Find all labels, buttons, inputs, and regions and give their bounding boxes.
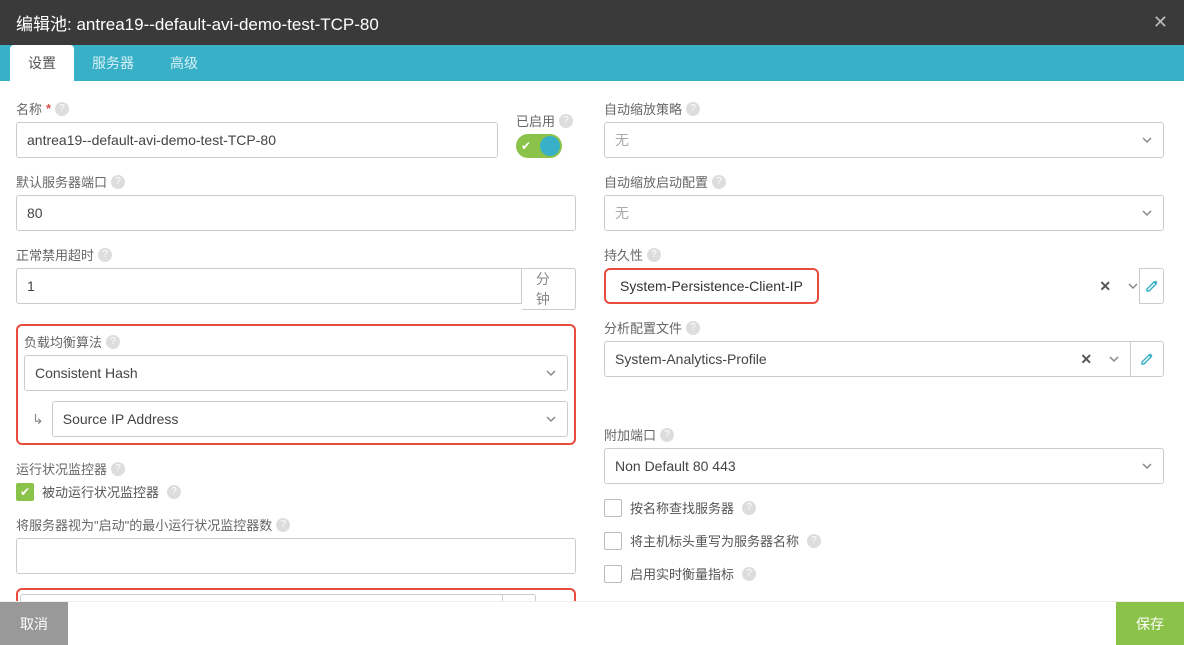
persistence-value-highlight: System-Persistence-Client-IP	[612, 272, 811, 300]
modal-header: 编辑池: antrea19--default-avi-demo-test-TCP…	[0, 0, 1184, 45]
modal-title: 编辑池: antrea19--default-avi-demo-test-TCP…	[16, 10, 379, 35]
tab-settings[interactable]: 设置	[10, 45, 74, 81]
chevron-down-icon	[1127, 280, 1139, 292]
analytics-label: 分析配置文件 ?	[604, 318, 1164, 337]
clear-icon[interactable]: ✕	[1080, 351, 1092, 368]
append-port-label: 附加端口 ?	[604, 425, 1164, 444]
required-asterisk: *	[46, 101, 51, 116]
append-port-value: Non Default 80 443	[615, 458, 736, 474]
chevron-down-icon	[545, 367, 557, 379]
right-column: 自动缩放策略 ? 无 自动缩放启动配置 ? 无	[604, 99, 1164, 583]
help-icon[interactable]: ?	[807, 534, 821, 548]
tab-advanced[interactable]: 高级	[152, 45, 216, 81]
autoscale-launch-value: 无	[615, 203, 629, 223]
lb-hash-select[interactable]: Source IP Address	[52, 401, 568, 437]
help-icon[interactable]: ?	[647, 248, 661, 262]
monitor-row: System-Ping ✕	[20, 594, 572, 601]
min-monitors-input[interactable]	[16, 538, 576, 574]
modal-title-name: antrea19--default-avi-demo-test-TCP-80	[76, 15, 378, 34]
help-icon[interactable]: ?	[742, 567, 756, 581]
name-label: 名称 * ?	[16, 99, 498, 118]
autoscale-policy-select[interactable]: 无	[604, 122, 1164, 158]
help-icon[interactable]: ?	[55, 102, 69, 116]
append-port-select[interactable]: Non Default 80 443	[604, 448, 1164, 484]
help-icon[interactable]: ?	[111, 175, 125, 189]
toggle-knob	[540, 136, 560, 156]
lb-algorithm-label: 负载均衡算法 ?	[24, 332, 568, 351]
realtime-metrics-checkbox[interactable]	[604, 565, 622, 583]
analytics-select[interactable]: System-Analytics-Profile ✕	[604, 341, 1130, 377]
help-icon[interactable]: ?	[98, 248, 112, 262]
help-icon[interactable]: ?	[686, 321, 700, 335]
passive-health-label: 被动运行状况监控器	[42, 482, 159, 501]
default-port-input[interactable]	[16, 195, 576, 231]
autoscale-launch-label: 自动缩放启动配置 ?	[604, 172, 1164, 191]
edit-button[interactable]	[1130, 341, 1164, 377]
enabled-toggle[interactable]: ✔	[516, 134, 562, 158]
graceful-disable-label: 正常禁用超时 ?	[16, 245, 576, 264]
lb-algorithm-select[interactable]: Consistent Hash	[24, 355, 568, 391]
default-port-label: 默认服务器端口 ?	[16, 172, 576, 191]
realtime-metrics-label: 启用实时衡量指标	[630, 564, 734, 583]
modal-title-prefix: 编辑池:	[16, 15, 76, 34]
cancel-button[interactable]: 取消	[0, 602, 68, 645]
lb-hash-value: Source IP Address	[63, 411, 179, 427]
tab-servers[interactable]: 服务器	[74, 45, 152, 81]
monitor-select-0[interactable]: System-Ping ✕	[20, 594, 502, 601]
rewrite-host-label: 将主机标头重写为服务器名称	[630, 531, 799, 550]
help-icon[interactable]: ?	[111, 462, 125, 476]
analytics-value: System-Analytics-Profile	[615, 351, 767, 367]
left-column: 名称 * ? 已启用 ? ✔	[16, 99, 576, 583]
edit-pool-modal: 编辑池: antrea19--default-avi-demo-test-TCP…	[0, 0, 1184, 645]
autoscale-policy-value: 无	[615, 130, 629, 150]
help-icon[interactable]: ?	[742, 501, 756, 515]
help-icon[interactable]: ?	[559, 114, 573, 128]
chevron-down-icon	[1141, 134, 1153, 146]
persistence-label: 持久性 ?	[604, 245, 1164, 264]
persistence-select[interactable]: ✕	[1078, 268, 1139, 304]
help-icon[interactable]: ?	[106, 335, 120, 349]
name-input[interactable]	[16, 122, 498, 158]
lb-algorithm-highlight: 负载均衡算法 ? Consistent Hash ↳ Source IP Add…	[16, 324, 576, 445]
health-monitor-label: 运行状况监控器 ?	[16, 459, 576, 478]
clear-icon[interactable]: ✕	[1099, 278, 1111, 295]
lookup-by-name-checkbox[interactable]	[604, 499, 622, 517]
graceful-disable-unit: 分钟	[522, 268, 576, 310]
edit-button[interactable]	[502, 594, 536, 601]
rewrite-host-checkbox[interactable]	[604, 532, 622, 550]
modal-body: 名称 * ? 已启用 ? ✔	[0, 81, 1184, 601]
help-icon[interactable]: ?	[686, 102, 700, 116]
chevron-down-icon	[1141, 460, 1153, 472]
passive-health-checkbox[interactable]: ✔	[16, 483, 34, 501]
lookup-by-name-label: 按名称查找服务器	[630, 498, 734, 517]
enabled-label: 已启用 ?	[516, 111, 573, 130]
min-monitors-label: 将服务器视为"启动"的最小运行状况监控器数 ?	[16, 515, 576, 534]
autoscale-launch-select[interactable]: 无	[604, 195, 1164, 231]
chevron-down-icon	[1108, 353, 1120, 365]
autoscale-policy-label: 自动缩放策略 ?	[604, 99, 1164, 118]
sub-arrow-icon: ↳	[24, 411, 44, 428]
help-icon[interactable]: ?	[167, 485, 181, 499]
help-icon[interactable]: ?	[276, 518, 290, 532]
save-button[interactable]: 保存	[1116, 602, 1184, 645]
chevron-down-icon	[545, 413, 557, 425]
lb-algorithm-value: Consistent Hash	[35, 365, 138, 381]
edit-button[interactable]	[1139, 268, 1164, 304]
tab-bar: 设置 服务器 高级	[0, 45, 1184, 81]
graceful-disable-input[interactable]	[16, 268, 522, 304]
chevron-down-icon	[1141, 207, 1153, 219]
check-icon: ✔	[521, 139, 531, 153]
close-icon[interactable]: ✕	[1153, 12, 1168, 33]
help-icon[interactable]: ?	[712, 175, 726, 189]
help-icon[interactable]: ?	[660, 428, 674, 442]
modal-footer: 取消 保存	[0, 601, 1184, 645]
